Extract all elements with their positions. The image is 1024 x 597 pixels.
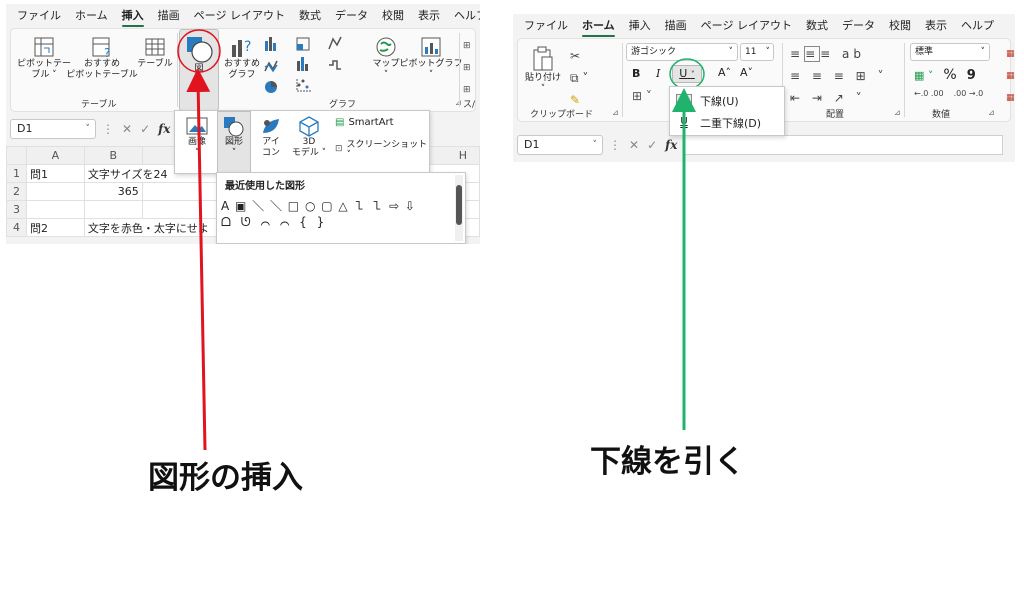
annotation-right: 下線を引く (590, 444, 745, 480)
annotation-left: 図形の挿入 (148, 460, 303, 496)
red-arrow (186, 68, 211, 451)
annotation-arrows (186, 68, 696, 451)
